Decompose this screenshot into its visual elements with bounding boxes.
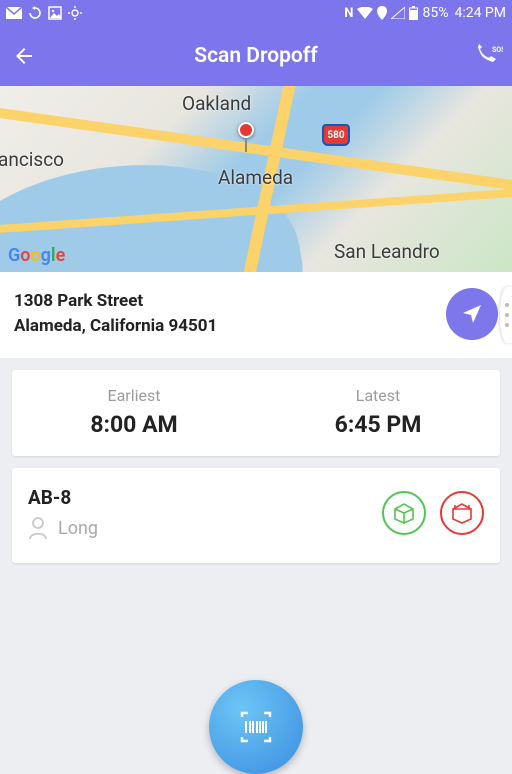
back-button[interactable] (0, 26, 48, 86)
package-reject-button[interactable] (440, 491, 484, 535)
package-code: AB-8 (28, 486, 98, 509)
address-card: 1308 Park Street Alameda, California 945… (0, 272, 512, 358)
map-label-sf: ancisco (0, 148, 64, 171)
earliest-label: Earliest (12, 386, 256, 405)
map-label-sanleandro: San Leandro (334, 240, 440, 263)
map-label-oakland: Oakland (182, 92, 251, 115)
settings-icon (68, 6, 82, 20)
latest-label: Latest (256, 386, 500, 405)
battery-percent: 85% (422, 5, 448, 21)
drawer-handle[interactable] (500, 287, 512, 343)
time-window-card: Earliest 8:00 AM Latest 6:45 PM (12, 370, 500, 456)
nfc-icon: N (344, 6, 353, 21)
scan-barcode-button[interactable] (209, 680, 303, 774)
wifi-icon (357, 7, 373, 19)
location-icon (377, 6, 387, 20)
sync-icon (28, 6, 42, 20)
battery-icon (409, 6, 418, 20)
map-pin-icon (238, 122, 254, 152)
recipient-name: Long (58, 518, 98, 539)
app-bar: Scan Dropoff SOS (0, 26, 512, 86)
cell-signal-icon (391, 7, 405, 19)
image-icon (48, 6, 62, 20)
address-line2: Alameda, California 94501 (14, 314, 217, 340)
map-view[interactable]: 580 Oakland Alameda San Leandro ancisco … (0, 86, 512, 272)
svg-text:SOS: SOS (492, 46, 503, 54)
highway-shield-icon: 580 (322, 124, 350, 146)
package-card: AB-8 Long (12, 468, 500, 563)
page-title: Scan Dropoff (0, 44, 512, 68)
map-attribution: Google (8, 245, 65, 266)
latest-value: 6:45 PM (256, 411, 500, 438)
navigate-button[interactable] (446, 288, 498, 340)
gmail-icon (6, 7, 22, 19)
status-bar: N 85% 4:24 PM (0, 0, 512, 26)
package-accept-button[interactable] (382, 491, 426, 535)
address-line1: 1308 Park Street (14, 289, 217, 315)
person-icon (28, 517, 48, 539)
map-label-alameda: Alameda (218, 166, 293, 189)
sos-call-button[interactable]: SOS (464, 26, 512, 86)
earliest-value: 8:00 AM (12, 411, 256, 438)
clock: 4:24 PM (454, 5, 506, 21)
